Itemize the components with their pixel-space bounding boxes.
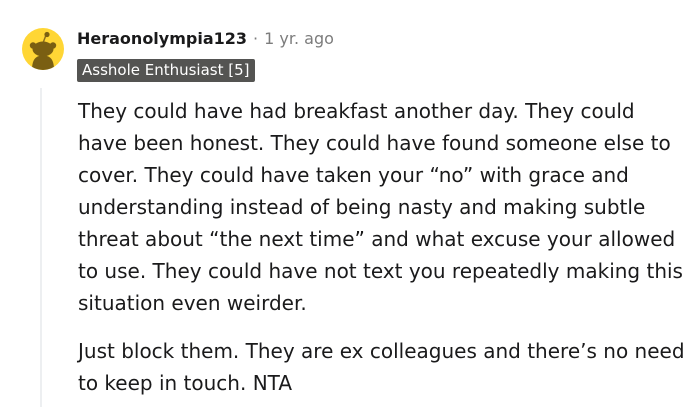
meta-separator: · xyxy=(253,28,259,48)
comment-paragraph: They could have had breakfast another da… xyxy=(78,99,683,315)
snoo-avatar-icon xyxy=(29,31,57,70)
username[interactable]: Heraonolympia123 xyxy=(77,29,247,48)
comment-body: They could have had breakfast another da… xyxy=(78,95,688,399)
user-flair: Asshole Enthusiast [5] xyxy=(77,59,255,82)
avatar[interactable] xyxy=(22,28,64,70)
thread-line[interactable] xyxy=(40,88,42,407)
comment: Heraonolympia123 · 1 yr. ago Asshole Ent… xyxy=(0,0,700,407)
comment-paragraph: Just block them. They are ex colleagues … xyxy=(78,339,685,395)
timestamp[interactable]: 1 yr. ago xyxy=(264,29,334,48)
comment-meta: Heraonolympia123 · 1 yr. ago xyxy=(77,26,334,50)
